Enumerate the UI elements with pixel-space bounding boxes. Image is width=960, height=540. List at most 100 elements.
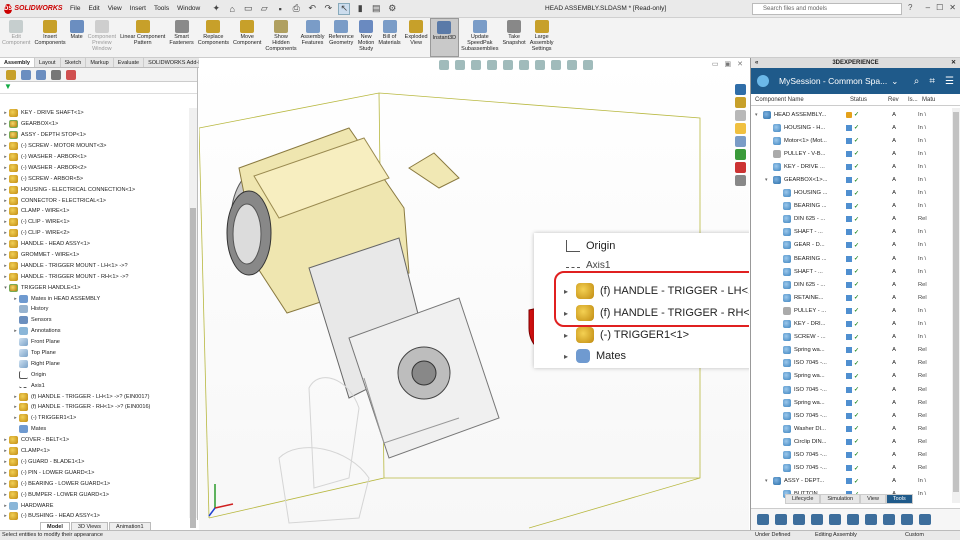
- status-units[interactable]: Custom: [905, 531, 924, 540]
- table-row[interactable]: ▾ ASSY - DEPT... ✓ A In \: [751, 475, 951, 488]
- chevron-down-icon[interactable]: ⌄: [891, 76, 898, 87]
- table-row[interactable]: PULLEY - V-B... ✓ A In \: [751, 147, 951, 160]
- tree-item[interactable]: ▸ COVER - BELT<1>: [0, 435, 188, 446]
- feature-tree-icon[interactable]: [6, 69, 16, 80]
- table-row[interactable]: Washer DI... ✓ A Rel: [751, 422, 951, 435]
- tree-item[interactable]: ▸ (-) TRIGGER1<1>: [0, 413, 188, 424]
- tree-item[interactable]: ▸ (-) WASHER - ARBOR<1>: [0, 152, 188, 163]
- command-new-motion-study[interactable]: New Motion Study: [356, 18, 377, 57]
- tree-item[interactable]: ▸ CLAMP - WIRE<1>: [0, 206, 188, 217]
- table-row[interactable]: SHAFT - ... ✓ A In \: [751, 226, 951, 239]
- tag-icon[interactable]: ⌗: [929, 76, 935, 87]
- expand-arrow-icon[interactable]: ▸: [2, 154, 9, 160]
- expand-arrow-icon[interactable]: ▸: [12, 328, 19, 334]
- expand-arrow-icon[interactable]: ▸: [2, 198, 9, 204]
- configuration-manager-icon[interactable]: [36, 69, 46, 80]
- tab-assembly[interactable]: Assembly: [0, 58, 35, 67]
- menu-view[interactable]: View: [108, 5, 122, 12]
- expand-arrow-icon[interactable]: ▸: [2, 263, 9, 269]
- file-properties-icon[interactable]: ▤: [370, 3, 382, 15]
- command-large-assembly-settings[interactable]: Large Assembly Settings: [528, 18, 556, 57]
- table-row[interactable]: ISO 7045 -... ✓ A Rel: [751, 409, 951, 422]
- save-icon[interactable]: ▪: [274, 3, 286, 15]
- table-row[interactable]: ISO 7045 -... ✓ A Rel: [751, 383, 951, 396]
- expand-arrow-icon[interactable]: ▾: [2, 285, 9, 291]
- bookmark-icon[interactable]: [793, 514, 805, 525]
- design-library-tab-icon[interactable]: [735, 110, 746, 121]
- tree-item[interactable]: ▸ (-) WASHER - ARBOR<2>: [0, 162, 188, 173]
- tree-item[interactable]: ▾ TRIGGER HANDLE<1>: [0, 282, 188, 293]
- import-icon[interactable]: [883, 514, 895, 525]
- expand-arrow-icon[interactable]: ▾: [765, 478, 773, 484]
- table-row[interactable]: BEARING ... ✓ A In \: [751, 200, 951, 213]
- expand-arrow-icon[interactable]: ▸: [564, 331, 576, 340]
- command-component-preview-window[interactable]: Component Preview Window: [86, 18, 118, 57]
- expand-arrow-icon[interactable]: ▾: [755, 112, 763, 118]
- tab-sketch[interactable]: Sketch: [61, 58, 87, 67]
- table-row[interactable]: HOUSING - H... ✓ A In \: [751, 121, 951, 134]
- table-row[interactable]: DIN 625 - ... ✓ A Rel: [751, 278, 951, 291]
- tab-evaluate[interactable]: Evaluate: [114, 58, 145, 67]
- resources-tab-icon[interactable]: [735, 97, 746, 108]
- search-icon[interactable]: ⌕: [914, 76, 920, 87]
- home-icon[interactable]: ⌂: [226, 3, 238, 15]
- tree-item[interactable]: ▸ HANDLE - TRIGGER MOUNT - RH<1> ->?: [0, 271, 188, 282]
- table-row[interactable]: ISO 7045 -... ✓ A Rel: [751, 462, 951, 475]
- tree-item[interactable]: ▸ ASSY - DEPTH STOP<1>: [0, 130, 188, 141]
- command-assembly-features[interactable]: Assembly Features: [299, 18, 327, 57]
- expand-arrow-icon[interactable]: ▸: [2, 143, 9, 149]
- command-move-component[interactable]: Move Component: [231, 18, 263, 57]
- collapse-icon[interactable]: «: [755, 58, 758, 68]
- expand-arrow-icon[interactable]: ▾: [765, 177, 773, 183]
- filter-icon[interactable]: ▼: [0, 82, 197, 94]
- close-icon[interactable]: ✕: [949, 3, 956, 12]
- tree-item[interactable]: ▸ (-) GUARD - BLADE1<1>: [0, 457, 188, 468]
- expand-arrow-icon[interactable]: ▸: [2, 187, 9, 193]
- upload-icon[interactable]: [829, 514, 841, 525]
- tree-item[interactable]: ▸ (-) BUMPER - LOWER GUARD<1>: [0, 489, 188, 500]
- column-rev[interactable]: Rev: [888, 97, 908, 103]
- more-icon[interactable]: [919, 514, 931, 525]
- tree-item[interactable]: ▸ GROMMET - WIRE<1>: [0, 250, 188, 261]
- expand-arrow-icon[interactable]: ▸: [12, 394, 19, 400]
- more-menu-icon[interactable]: ☰: [945, 76, 954, 87]
- tree-item[interactable]: ▸ CONNECTOR - ELECTRICAL<1>: [0, 195, 188, 206]
- search-input[interactable]: Search files and models: [752, 3, 902, 15]
- menu-insert[interactable]: Insert: [130, 5, 146, 12]
- menu-tools[interactable]: Tools: [154, 5, 169, 12]
- expand-arrow-icon[interactable]: ▸: [2, 274, 9, 280]
- property-manager-icon[interactable]: [21, 69, 31, 80]
- tree-item[interactable]: Top Plane: [0, 348, 188, 359]
- display-manager-icon[interactable]: [66, 69, 76, 80]
- expand-arrow-icon[interactable]: ▸: [2, 241, 9, 247]
- callout-origin[interactable]: Origin: [566, 240, 615, 252]
- table-row[interactable]: DIN 625 - ... ✓ A Rel: [751, 213, 951, 226]
- view-palette-tab-icon[interactable]: [735, 136, 746, 147]
- expand-arrow-icon[interactable]: ▸: [12, 404, 19, 410]
- expand-arrow-icon[interactable]: ▸: [2, 252, 9, 258]
- table-row[interactable]: Spring wa... ✓ A Rel: [751, 370, 951, 383]
- table-row[interactable]: ISO 7045 -... ✓ A Rel: [751, 357, 951, 370]
- tree-item[interactable]: ▸ (-) PIN - LOWER GUARD<1>: [0, 467, 188, 478]
- tree-item[interactable]: ▸ HANDLE - TRIGGER MOUNT - LH<1> ->?: [0, 260, 188, 271]
- maximize-icon[interactable]: ☐: [936, 3, 943, 12]
- table-row[interactable]: SHAFT - ... ✓ A In \: [751, 265, 951, 278]
- menu-window[interactable]: Window: [177, 5, 200, 12]
- expand-arrow-icon[interactable]: ▸: [2, 219, 9, 225]
- expand-arrow-icon[interactable]: ▸: [12, 296, 19, 302]
- table-row[interactable]: KEY - DRI... ✓ A In \: [751, 318, 951, 331]
- tree-item[interactable]: ▸ (-) BEARING - LOWER GUARD<1>: [0, 478, 188, 489]
- tree-item[interactable]: ▸ KEY - DRIVE SHAFT<1>: [0, 108, 188, 119]
- command-linear-component-pattern[interactable]: Linear Component Pattern: [118, 18, 167, 57]
- expand-arrow-icon[interactable]: ▸: [2, 165, 9, 171]
- table-row[interactable]: BEARING ... ✓ A In \: [751, 252, 951, 265]
- table-row[interactable]: ISO 7045 -... ✓ A Rel: [751, 448, 951, 461]
- tree-item[interactable]: ▸ (-) BUSHING - HEAD ASSY<1>: [0, 511, 188, 522]
- 3dexperience-compass-icon[interactable]: [757, 75, 769, 87]
- callout-axis[interactable]: Axis1: [566, 261, 610, 269]
- expand-arrow-icon[interactable]: ▸: [2, 503, 9, 509]
- command-bill-of-materials[interactable]: Bill of Materials: [376, 18, 402, 57]
- tree-item[interactable]: ▸ Annotations: [0, 326, 188, 337]
- table-row[interactable]: Circlip DIN... ✓ A Rel: [751, 435, 951, 448]
- callout-trigger[interactable]: ▸ (-) TRIGGER1<1>: [564, 327, 689, 343]
